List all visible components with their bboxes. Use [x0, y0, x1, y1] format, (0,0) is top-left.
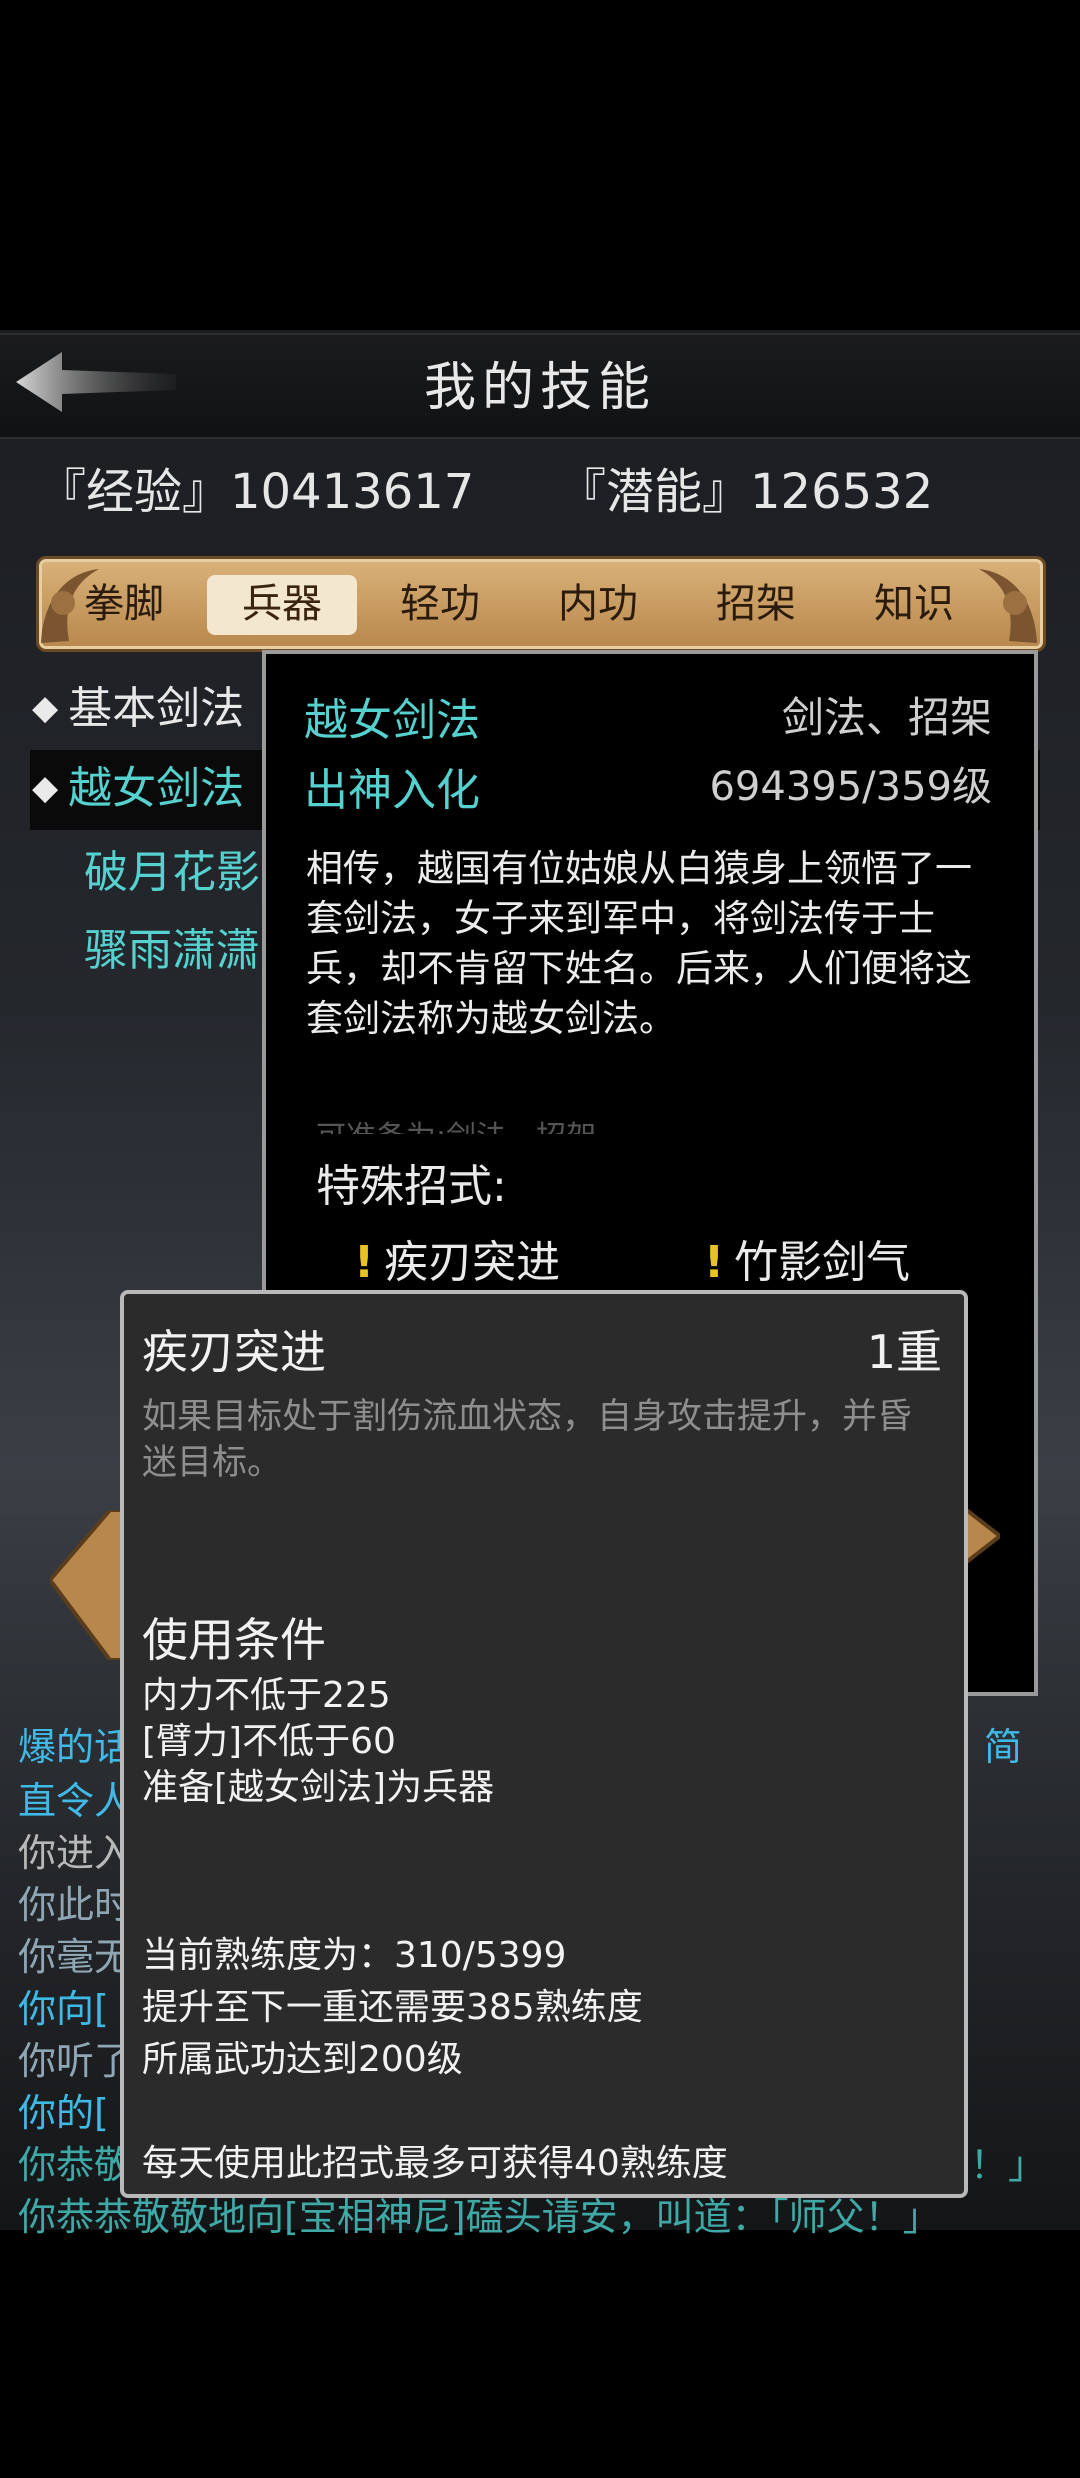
tab-weapon[interactable]: 兵器 — [207, 575, 357, 635]
skill-progress: 694395/359级 — [709, 764, 992, 810]
tab-lightness[interactable]: 轻功 — [365, 575, 515, 635]
skill-level-requirement: 所属武功达到200级 — [142, 2039, 463, 2080]
chat-line: 你向[ — [18, 1987, 109, 2031]
skill-list-item[interactable]: ◆ 基本剑法 — [32, 672, 244, 744]
diamond-icon: ◆ — [32, 688, 59, 728]
equip-hint: 可准备为:剑法、招架 — [316, 1112, 596, 1134]
move-effect: 如果目标处于割伤流血状态，自身攻击提升，并昏迷目标。 — [142, 1397, 913, 1483]
tab-knowledge[interactable]: 知识 — [839, 575, 989, 635]
special-moves-label: 特殊招式: — [316, 1161, 507, 1212]
ornament-left-icon — [50, 1510, 130, 1660]
tab-parry[interactable]: 招架 — [681, 575, 831, 635]
move-tier: 1重 — [866, 1325, 942, 1379]
ornament-right-icon — [964, 1508, 1000, 1564]
skill-level-name: 出神入化 — [304, 765, 480, 816]
tab-inner[interactable]: 内功 — [523, 575, 673, 635]
special-move-2[interactable]: ! 竹影剑气 — [704, 1226, 910, 1290]
experience-stat: 『经验』10413617 — [38, 464, 475, 520]
chat-line: 你进入 — [18, 1831, 133, 1875]
skill-list-item[interactable]: 骤雨潇潇 — [84, 914, 260, 986]
skill-category-tabs: 拳脚 兵器 轻功 内功 招架 知识 — [36, 556, 1046, 652]
condition-item: 准备[越女剑法]为兵器 — [142, 1767, 495, 1808]
chat-line-end: ！」 — [970, 2143, 1047, 2187]
move-name: 疾刃突进 — [142, 1325, 326, 1379]
chat-line: 你恭敬 — [18, 2143, 133, 2187]
chat-line: 爆的话 — [18, 1725, 133, 1769]
skill-list-item[interactable]: 破月花影 — [84, 836, 260, 908]
page-title: 我的技能 — [423, 358, 656, 418]
skill-name: 越女剑法 — [304, 695, 480, 746]
condition-item: 内力不低于225 — [142, 1675, 391, 1716]
skill-list-item[interactable]: ◆ 越女剑法 — [32, 752, 244, 824]
exclamation-icon: ! — [704, 1237, 725, 1288]
diamond-icon: ◆ — [32, 768, 59, 808]
chat-line: 你毫无 — [18, 1935, 133, 1979]
potential-stat: 『潜能』126532 — [558, 464, 934, 520]
chat-line: 你此时 — [18, 1883, 133, 1927]
chat-line: 你听了 — [18, 2039, 133, 2083]
skill-description: 相传，越国有位姑娘从白猿身上领悟了一套剑法，女子来到军中，将剑法传于士兵，却不肯… — [306, 847, 972, 1040]
tab-fist[interactable]: 拳脚 — [49, 575, 199, 635]
condition-item: [臂力]不低于60 — [142, 1721, 396, 1762]
tab-ornament-right-icon — [979, 569, 1037, 643]
daily-limit-text: 每天使用此招式最多可获得40熟练度 — [142, 2143, 728, 2184]
move-detail-popup: 疾刃突进 1重 如果目标处于割伤流血状态，自身攻击提升，并昏迷目标。 使用条件 … — [120, 1290, 968, 2198]
special-move-1[interactable]: ! 疾刃突进 — [354, 1226, 560, 1290]
chat-line: 直令人 — [18, 1779, 133, 1823]
next-tier-text: 提升至下一重还需要385熟练度 — [142, 1987, 643, 2028]
stats-row: 『经验』10413617 『潜能』126532 — [38, 452, 1038, 522]
proficiency-text: 当前熟练度为：310/5399 — [142, 1935, 567, 1976]
chat-simplified-toggle[interactable]: 简 — [984, 1716, 1022, 1771]
conditions-title: 使用条件 — [142, 1613, 326, 1667]
exclamation-icon: ! — [354, 1237, 375, 1288]
chat-line: 你的[ — [18, 2091, 109, 2135]
skill-types: 剑法、招架 — [781, 693, 992, 742]
